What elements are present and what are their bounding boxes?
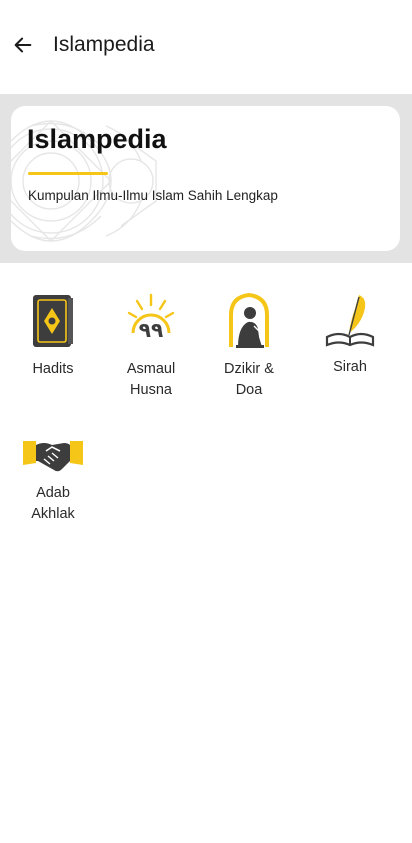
handshake-icon [23, 441, 83, 472]
svg-text:٩٩: ٩٩ [139, 318, 163, 342]
banner-subtitle: Kumpulan Ilmu-Ilmu Islam Sahih Lengkap [28, 188, 278, 203]
menu-label-dzikir-doa: Dzikir & Doa [224, 361, 274, 398]
menu-label-hadits: Hadits [32, 361, 74, 377]
menu-label-adab-akhlak: Adab Akhlak [31, 485, 75, 522]
page-title: Islampedia [53, 33, 155, 56]
menu-label-asmaul-husna: Asmaul Husna [126, 361, 176, 398]
banner-section: Islampedia Kumpulan Ilmu-Ilmu Islam Sahi… [0, 94, 412, 263]
praying-man-icon [229, 293, 269, 348]
banner-accent-line [28, 172, 108, 175]
menu-item-asmaul-husna[interactable]: ٩٩ Asmaul Husna [101, 293, 201, 401]
banner-card: Islampedia Kumpulan Ilmu-Ilmu Islam Sahi… [11, 106, 400, 251]
menu-item-hadits[interactable]: Hadits [3, 293, 103, 380]
quran-book-icon [33, 295, 73, 347]
arrow-left-icon [14, 37, 32, 53]
menu-item-adab-akhlak[interactable]: Adab Akhlak [3, 437, 103, 525]
quill-book-icon [325, 295, 375, 347]
menu-item-sirah[interactable]: Sirah [300, 293, 400, 378]
menu-label-sirah: Sirah [333, 359, 367, 375]
menu-item-dzikir-doa[interactable]: Dzikir & Doa [199, 293, 299, 401]
ninety-nine-names-icon: ٩٩ [127, 293, 175, 342]
app-bar: Islampedia [0, 0, 412, 92]
back-button[interactable] [8, 30, 38, 60]
banner-title: Islampedia [27, 124, 167, 154]
